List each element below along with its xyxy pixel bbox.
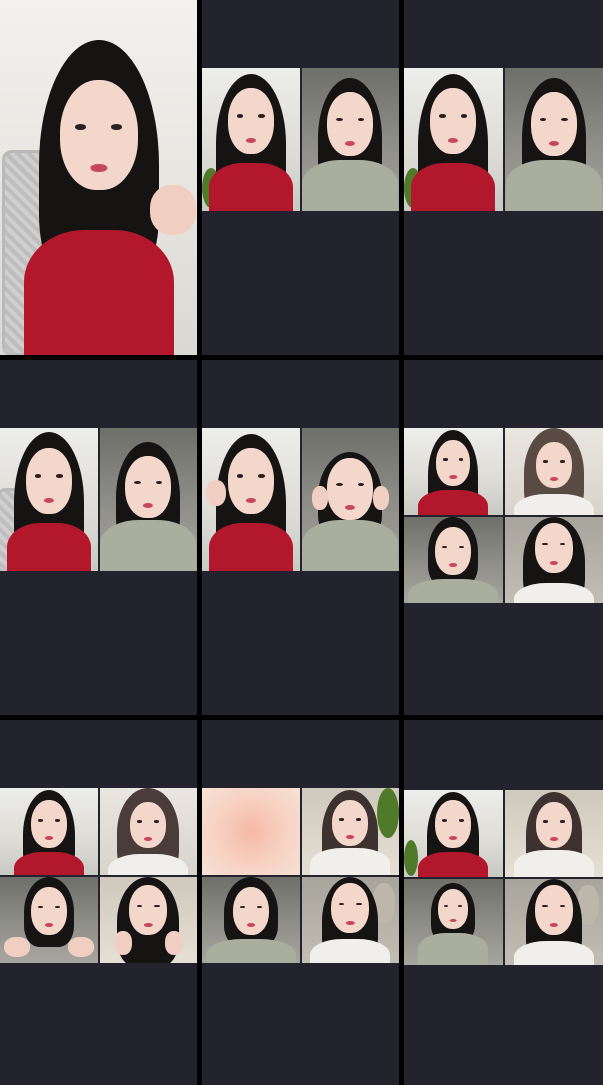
video-grid — [0, 0, 603, 1075]
video-tile-group — [0, 788, 197, 963]
video-tile[interactable] — [505, 68, 603, 211]
video-tile[interactable] — [404, 68, 503, 211]
video-tile[interactable] — [0, 788, 98, 875]
video-cell-6[interactable] — [404, 360, 603, 715]
video-tile-group — [202, 428, 399, 571]
video-tile-group — [404, 790, 603, 965]
video-cell-3[interactable] — [404, 0, 603, 355]
video-cell-4[interactable] — [0, 360, 197, 715]
video-tile-group — [202, 788, 399, 963]
video-tile[interactable] — [505, 790, 603, 877]
video-tile[interactable] — [404, 790, 503, 877]
video-cell-7[interactable] — [0, 720, 197, 1085]
video-tile[interactable] — [202, 68, 300, 211]
participant-figure — [0, 0, 197, 355]
video-tile[interactable] — [100, 428, 198, 571]
video-tile[interactable] — [100, 877, 198, 964]
video-tile[interactable] — [404, 428, 503, 515]
video-tile[interactable] — [202, 428, 300, 571]
video-tile[interactable] — [505, 879, 603, 966]
video-cell-1[interactable] — [0, 0, 197, 355]
video-tile-blank[interactable] — [202, 788, 300, 875]
video-tile[interactable] — [302, 788, 400, 875]
video-tile[interactable] — [0, 428, 98, 571]
video-tile-group — [0, 428, 197, 571]
video-tile[interactable] — [404, 517, 503, 604]
video-feed-full[interactable] — [0, 0, 197, 355]
video-tile[interactable] — [302, 428, 400, 571]
video-tile-group — [202, 68, 399, 211]
video-tile[interactable] — [302, 877, 400, 964]
video-cell-9[interactable] — [404, 720, 603, 1085]
video-tile[interactable] — [302, 68, 400, 211]
video-cell-2[interactable] — [202, 0, 399, 355]
video-tile-group — [404, 68, 603, 211]
video-tile[interactable] — [202, 877, 300, 964]
video-tile[interactable] — [505, 428, 603, 515]
video-tile[interactable] — [0, 877, 98, 964]
video-tile[interactable] — [404, 879, 503, 966]
video-tile-group — [404, 428, 603, 603]
video-cell-8[interactable] — [202, 720, 399, 1085]
video-cell-5[interactable] — [202, 360, 399, 715]
video-tile[interactable] — [100, 788, 198, 875]
video-tile[interactable] — [505, 517, 603, 604]
